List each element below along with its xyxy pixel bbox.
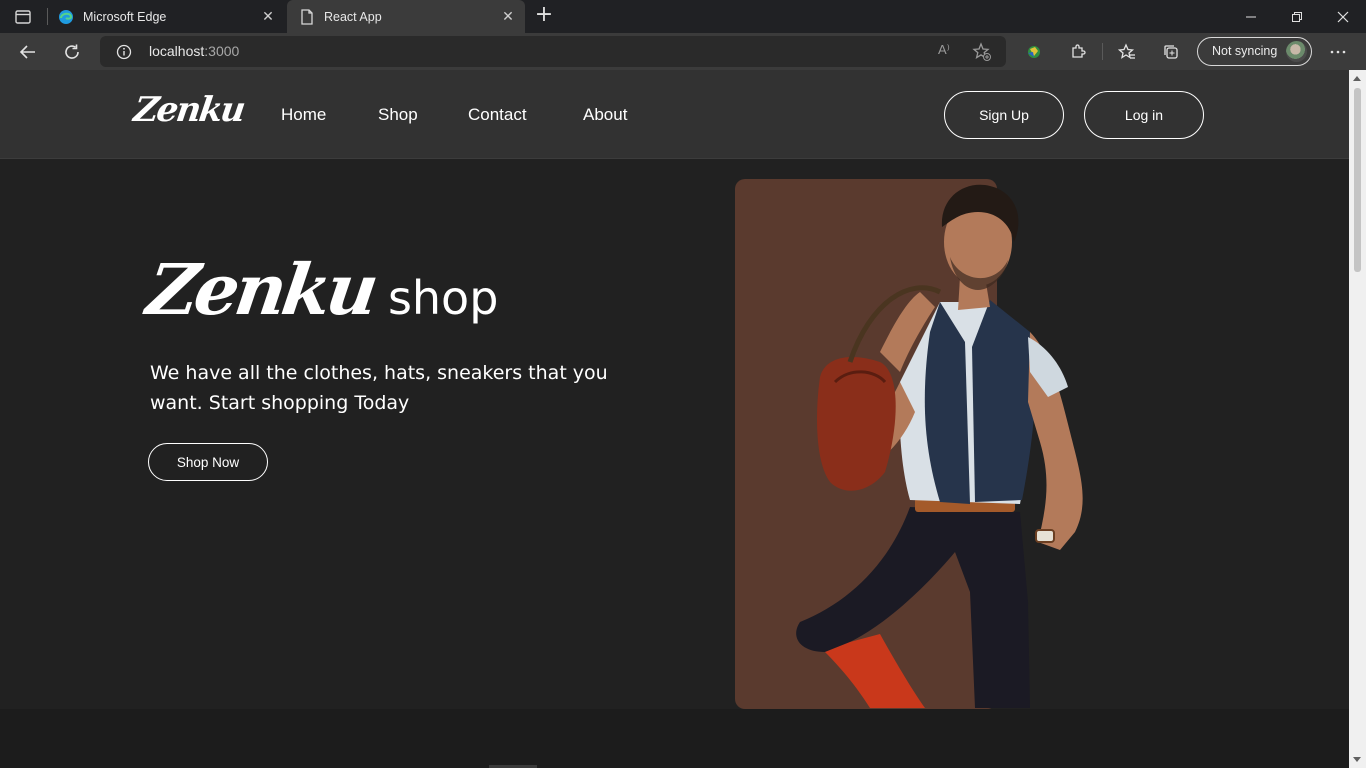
site-navbar: Zenku Home Shop Contact About Sign Up Lo… <box>0 70 1349 159</box>
url-port: :3000 <box>204 43 240 59</box>
minimize-icon[interactable] <box>1228 0 1274 33</box>
page-icon <box>299 8 315 25</box>
scrollbar-thumb[interactable] <box>1354 88 1361 272</box>
tab-react-app[interactable]: React App ✕ <box>287 0 525 33</box>
favorites-icon[interactable] <box>1115 40 1139 64</box>
hero-title-script: Zenku <box>142 248 380 331</box>
scroll-up-icon[interactable] <box>1353 76 1361 81</box>
nav-shop[interactable]: Shop <box>378 105 418 125</box>
edge-icon <box>58 9 74 25</box>
close-window-icon[interactable] <box>1320 0 1366 33</box>
back-icon[interactable] <box>16 40 40 64</box>
extension-globe-icon[interactable] <box>1022 40 1046 64</box>
nav-contact[interactable]: Contact <box>468 105 527 125</box>
site-logo[interactable]: Zenku <box>131 90 246 130</box>
tab-actions-icon[interactable] <box>12 6 34 28</box>
restore-icon[interactable] <box>1274 0 1320 33</box>
refresh-icon[interactable] <box>60 40 84 64</box>
shop-now-button[interactable]: Shop Now <box>148 443 268 481</box>
page-viewport: Zenku Home Shop Contact About Sign Up Lo… <box>0 70 1349 768</box>
hero-model-image <box>796 184 1083 708</box>
hero-text: We have all the clothes, hats, sneakers … <box>150 362 608 414</box>
new-tab-icon[interactable]: + <box>533 4 555 27</box>
next-section <box>0 709 1349 768</box>
toolbar-divider <box>1102 43 1103 60</box>
more-options-icon[interactable] <box>1326 40 1350 64</box>
collections-icon[interactable] <box>1159 40 1183 64</box>
site-info-icon[interactable] <box>116 44 132 60</box>
extensions-icon[interactable] <box>1066 40 1090 64</box>
scroll-down-icon[interactable] <box>1353 757 1361 762</box>
browser-toolbar: localhost:3000 A⁾ Not syncing <box>0 33 1366 70</box>
signup-button[interactable]: Sign Up <box>944 91 1064 139</box>
page-scrollbar[interactable] <box>1349 70 1366 768</box>
sync-label: Not syncing <box>1212 44 1278 58</box>
hero-title-word: shop <box>387 271 499 325</box>
close-tab-icon[interactable]: ✕ <box>501 9 515 23</box>
tab-title: Microsoft Edge <box>83 9 167 24</box>
tab-title: React App <box>324 9 382 24</box>
nav-about[interactable]: About <box>583 105 627 125</box>
nav-home[interactable]: Home <box>281 105 326 125</box>
read-aloud-icon[interactable]: A⁾ <box>938 42 950 58</box>
url-text: localhost:3000 <box>149 43 239 59</box>
window-controls <box>1228 0 1366 33</box>
hero-title: Zenku shop <box>142 248 499 331</box>
add-favorite-icon[interactable] <box>972 42 992 62</box>
avatar <box>1286 41 1307 62</box>
login-button[interactable]: Log in <box>1084 91 1204 139</box>
profile-sync-button[interactable]: Not syncing <box>1197 37 1312 66</box>
tab-microsoft-edge[interactable]: Microsoft Edge ✕ <box>47 0 285 33</box>
url-host: localhost <box>149 43 205 59</box>
close-tab-icon[interactable]: ✕ <box>261 9 275 23</box>
address-bar[interactable]: localhost:3000 A⁾ <box>100 36 1006 67</box>
browser-tab-bar: Microsoft Edge ✕ React App ✕ + <box>0 0 1366 33</box>
